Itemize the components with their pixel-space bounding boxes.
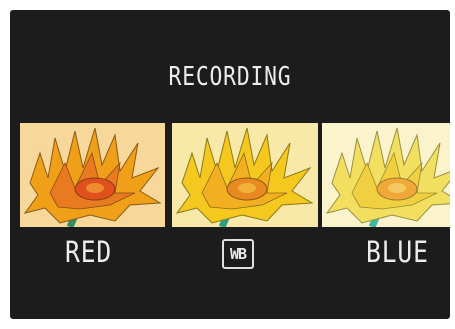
thumbnail-normal[interactable] [172,123,318,227]
label-blue: BLUE [366,235,429,269]
wb-badge-text: WB [229,244,247,263]
flower-image-blue [322,123,450,227]
thumbnail-red[interactable] [20,123,165,227]
flower-image-red [20,123,165,227]
camera-lcd-screen: RECORDING RED WB BLUE [10,10,450,319]
label-red: RED [65,235,113,269]
thumbnail-blue[interactable] [322,123,450,227]
white-balance-icon: WB [222,239,254,269]
screen-title: RECORDING [168,62,292,92]
flower-image-normal [172,123,318,227]
